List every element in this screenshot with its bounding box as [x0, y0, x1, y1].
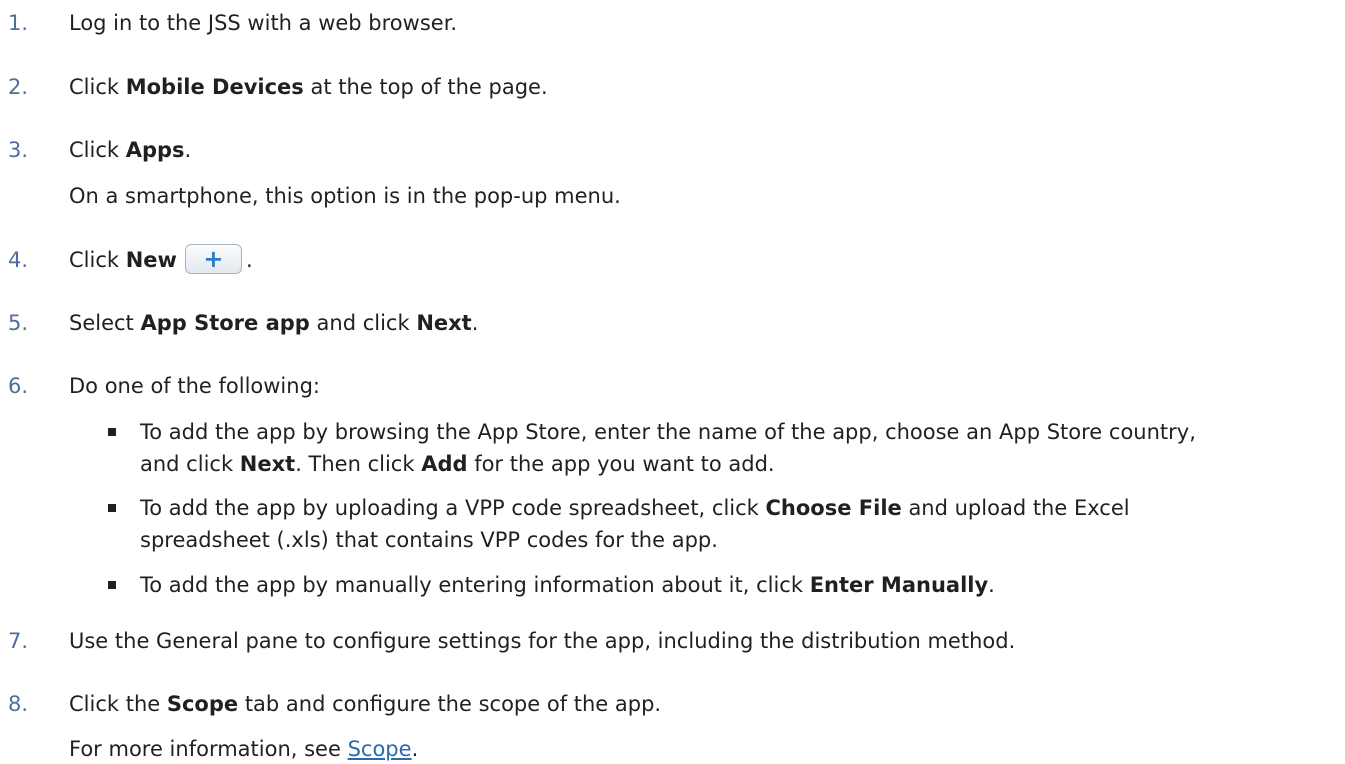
step-number: 3.	[8, 138, 29, 162]
bullet-text: To add the app by manually entering info…	[140, 573, 995, 597]
step-text: Do one of the following:	[69, 374, 320, 398]
ui-term: Choose File	[765, 496, 902, 520]
step-number: 8.	[8, 692, 29, 716]
step-number: 2.	[8, 75, 29, 99]
step-text: Click Apps.	[69, 138, 192, 162]
step-text: Use the General pane to configure settin…	[69, 629, 1016, 653]
step-number: 6.	[8, 374, 29, 398]
step-number: 7.	[8, 629, 29, 653]
ui-term: Apps	[125, 138, 185, 162]
scope-link[interactable]: Scope	[348, 737, 412, 761]
step-number: 5.	[8, 311, 29, 335]
bullet-icon	[108, 581, 116, 589]
ui-term: New	[125, 248, 177, 272]
ui-term: Add	[421, 452, 468, 476]
bullet-text: To add the app by uploading a VPP code s…	[140, 496, 1130, 520]
bullet-text: To add the app by browsing the App Store…	[140, 420, 1196, 444]
bullet-text: spreadsheet (.xls) that contains VPP cod…	[140, 528, 718, 552]
step-note: On a smartphone, this option is in the p…	[69, 184, 621, 208]
bullet-icon	[108, 428, 116, 436]
ui-term: Next	[239, 452, 296, 476]
bullet-icon	[108, 504, 116, 512]
ui-term: App Store app	[140, 311, 310, 335]
ui-term: Enter Manually	[809, 573, 989, 597]
step-text: Click Mobile Devices at the top of the p…	[69, 75, 548, 99]
step-note: For more information, see Scope.	[69, 737, 419, 761]
step-number: 4.	[8, 248, 29, 272]
plus-icon: +	[203, 245, 224, 273]
ui-term: Scope	[166, 692, 239, 716]
ui-term: Mobile Devices	[125, 75, 304, 99]
step-text: Log in to the JSS with a web browser.	[69, 11, 458, 35]
step-text: Click New +.	[69, 244, 253, 274]
step-number: 1.	[8, 11, 29, 35]
new-button: +	[184, 244, 242, 274]
step-text: Click the Scope tab and configure the sc…	[69, 692, 662, 716]
bullet-text: and click Next. Then click Add for the a…	[140, 452, 775, 476]
ui-term: Next	[416, 311, 472, 335]
step-text: Select App Store app and click Next.	[69, 311, 479, 335]
